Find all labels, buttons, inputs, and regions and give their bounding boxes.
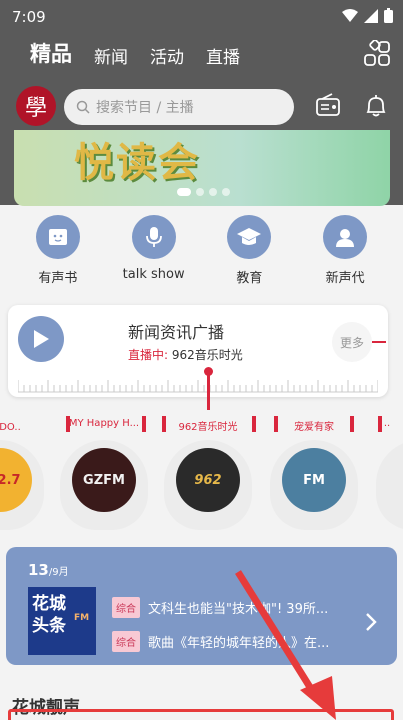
status-bar: 7:09 (0, 0, 403, 34)
station-item[interactable]: 962音乐时光 962 (160, 412, 256, 532)
station-name: 962音乐时光 (178, 422, 238, 433)
microphone-icon (131, 215, 176, 259)
station-name: .. (383, 418, 391, 429)
search-input[interactable]: 搜索节目 / 主播 (64, 89, 294, 125)
book-face-icon (35, 215, 80, 259)
more-button[interactable]: 更多 (332, 322, 372, 362)
headline-date-day: 13 (28, 561, 49, 579)
play-button[interactable] (18, 316, 64, 362)
headline-text: 歌曲《年轻的城年轻的人》在... (148, 636, 330, 651)
banner-dot (209, 188, 217, 196)
headline-text: 文科生也能当"技术咖"! 39所... (148, 602, 329, 617)
live-label: 直播中: (128, 348, 169, 362)
broadcast-card[interactable]: 新闻资讯广播 直播中: 962音乐时光 更多 (8, 305, 388, 397)
category-label: talk show (122, 267, 185, 282)
tab-live[interactable]: 直播 (206, 43, 240, 68)
tuner-needle[interactable] (204, 367, 213, 410)
headline-item[interactable]: 综合 文科生也能当"技术咖"! 39所... (112, 597, 328, 618)
banner-title: 悦读会 (74, 140, 200, 186)
station-logo: GZFM (72, 448, 136, 512)
headline-card[interactable]: 13/9月 花城 头条 FM 综合 文科生也能当"技术咖"! 39所... 综合… (6, 547, 397, 665)
banner-dot (222, 188, 230, 196)
system-icons (342, 8, 393, 23)
headline-date-month: /9月 (48, 567, 69, 578)
live-program: 962音乐时光 (171, 348, 243, 362)
top-tabs: 精品 新闻 活动 直播 (30, 38, 240, 70)
category-talk-show[interactable]: talk show (114, 215, 194, 295)
more-indicator (372, 341, 386, 343)
category-label: 有声书 (38, 271, 78, 286)
grid-menu-icon[interactable] (363, 40, 391, 68)
station-name: 过了DO.. (0, 422, 21, 433)
chevron-right-icon[interactable] (364, 612, 378, 632)
sound-bars-icon (252, 416, 256, 432)
graduation-cap-icon (227, 215, 272, 259)
station-item[interactable]: 过了DO.. 102.7 (0, 412, 48, 532)
tab-events[interactable]: 活动 (150, 43, 184, 68)
app-logo[interactable]: 學 (16, 86, 56, 126)
station-carousel: 过了DO.. 102.7 MY Happy H... GZFM 962音乐时光 … (0, 412, 403, 542)
station-logo: 962 (176, 448, 240, 512)
station-name: MY Happy H... (68, 418, 140, 429)
category-label: 教育 (236, 271, 263, 286)
banner-dots (177, 188, 230, 196)
station-item[interactable]: 宠爱有家 FM (266, 412, 362, 532)
category-new-voice[interactable]: 新声代 (305, 215, 385, 295)
station-name: 宠爱有家 (294, 422, 334, 433)
banner-dot (177, 188, 191, 196)
sound-bars-icon (142, 416, 146, 432)
search-placeholder: 搜索节目 / 主播 (96, 100, 194, 116)
promo-banner[interactable]: 悦读会 (14, 130, 390, 206)
highlight-box (8, 709, 394, 720)
category-audiobook[interactable]: 有声书 (18, 215, 98, 295)
radio-icon[interactable] (314, 92, 342, 120)
category-row: 有声书 talk show 教育 新声代 (0, 215, 403, 295)
tab-featured[interactable]: 精品 (30, 38, 78, 70)
bell-icon[interactable] (362, 92, 390, 120)
live-status: 直播中: 962音乐时光 (128, 346, 243, 363)
headline-item[interactable]: 综合 歌曲《年轻的城年轻的人》在... (112, 631, 329, 652)
category-tag: 综合 (112, 597, 140, 618)
play-icon (34, 330, 49, 348)
battery-icon (384, 8, 393, 23)
category-education[interactable]: 教育 (209, 215, 289, 295)
station-item[interactable]: .. (372, 412, 403, 532)
status-time: 7:09 (12, 8, 46, 26)
tab-news[interactable]: 新闻 (94, 43, 128, 68)
category-tag: 综合 (112, 631, 140, 652)
broadcast-title: 新闻资讯广播 (128, 323, 225, 342)
station-item[interactable]: MY Happy H... GZFM (56, 412, 152, 532)
headline-logo: 花城 头条 FM (28, 587, 96, 655)
person-icon (323, 215, 368, 259)
category-label: 新声代 (325, 271, 365, 286)
sound-bars-icon (350, 416, 354, 432)
banner-dot (196, 188, 204, 196)
station-logo: FM (282, 448, 346, 512)
station-bubble (376, 440, 403, 530)
signal-icon (364, 8, 378, 23)
frequency-ruler[interactable] (18, 373, 378, 393)
search-icon (76, 100, 90, 114)
wifi-icon (342, 8, 358, 22)
headline-logo-fm: FM (74, 613, 90, 623)
headline-date: 13/9月 (28, 561, 69, 579)
